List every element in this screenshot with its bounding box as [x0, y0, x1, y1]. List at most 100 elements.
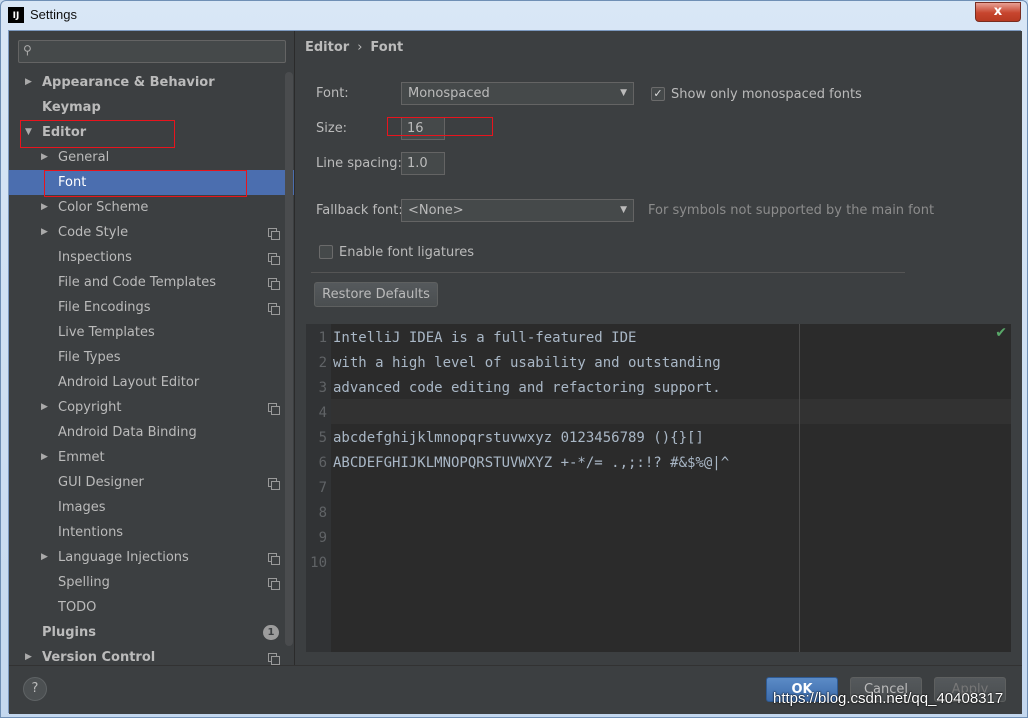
line-spacing-label: Line spacing: [316, 156, 402, 171]
sidebar-item-copyright[interactable]: ▶ Copyright [9, 395, 294, 420]
chevron-right-icon[interactable]: ▶ [41, 445, 48, 470]
sidebar-item-label: Editor [42, 125, 87, 140]
size-input[interactable]: 16 [401, 117, 445, 140]
chevron-down-icon: ▼ [620, 205, 627, 215]
line-number: 1 [318, 330, 327, 346]
line-number: 9 [318, 530, 327, 546]
size-label: Size: [316, 121, 348, 136]
line-number: 7 [318, 480, 327, 496]
sidebar-item-file-types[interactable]: File Types [9, 345, 294, 370]
sidebar-item-language-injections[interactable]: ▶ Language Injections [9, 545, 294, 570]
sidebar-item-gui-designer[interactable]: GUI Designer [9, 470, 294, 495]
dialog-client-area: ⚲ ▶ Appearance & Behavior Keymap ▼ Editor ▶ Ge… [8, 30, 1022, 714]
sidebar-item-label: Font [58, 175, 87, 190]
sidebar-scrollbar[interactable] [285, 72, 293, 646]
update-count-badge: 1 [263, 625, 279, 640]
sidebar-item-label: Emmet [58, 450, 105, 465]
sidebar-item-android-layout-editor[interactable]: Android Layout Editor [9, 370, 294, 395]
line-number: 6 [318, 455, 327, 471]
sidebar-item-color-scheme[interactable]: ▶ Color Scheme [9, 195, 294, 220]
sidebar-item-todo[interactable]: TODO [9, 595, 294, 620]
ligatures-checkbox[interactable] [319, 245, 333, 259]
line-spacing-input[interactable]: 1.0 [401, 152, 445, 175]
chevron-right-icon[interactable]: ▶ [41, 195, 48, 220]
sidebar-item-label: File Encodings [58, 300, 151, 315]
fallback-font-select[interactable]: <None> ▼ [401, 199, 634, 222]
settings-window: IJ Settings x ⚲ ▶ Appearance & Behavior Ke… [0, 0, 1028, 718]
right-margin-guide [799, 324, 800, 652]
section-divider [311, 272, 905, 273]
breadcrumb-separator: › [357, 40, 363, 55]
chevron-right-icon[interactable]: ▶ [41, 220, 48, 245]
sidebar-item-label: TODO [58, 600, 97, 615]
sidebar-item-label: Plugins [42, 625, 96, 640]
line-number: 3 [318, 380, 327, 396]
chevron-right-icon[interactable]: ▶ [41, 145, 48, 170]
preview-code-line: with a high level of usability and outst… [333, 355, 721, 371]
line-number: 2 [318, 355, 327, 371]
font-label: Font: [316, 86, 349, 101]
sidebar-item-label: Images [58, 500, 106, 515]
font-select[interactable]: Monospaced ▼ [401, 82, 634, 105]
line-number: 4 [318, 405, 327, 421]
sidebar-item-label: Android Data Binding [58, 425, 197, 440]
sidebar-item-images[interactable]: Images [9, 495, 294, 520]
search-icon: ⚲ [23, 43, 32, 57]
sidebar-item-label: Inspections [58, 250, 132, 265]
sidebar-item-label: Code Style [58, 225, 129, 240]
sidebar-item-label: Copyright [58, 400, 122, 415]
sidebar-item-label: Spelling [58, 575, 110, 590]
caret-row-highlight [331, 399, 1011, 424]
chevron-right-icon[interactable]: ▶ [41, 545, 48, 570]
sidebar-item-label: Color Scheme [58, 200, 149, 215]
chevron-right-icon[interactable]: ▶ [25, 70, 32, 95]
sidebar-item-label: File Types [58, 350, 121, 365]
sidebar-item-inspections[interactable]: Inspections [9, 245, 294, 270]
sidebar-item-file-and-code-templates[interactable]: File and Code Templates [9, 270, 294, 295]
project-scope-icon [268, 278, 280, 290]
sidebar-item-editor[interactable]: ▼ Editor [9, 120, 294, 145]
sidebar-item-label: Android Layout Editor [58, 375, 200, 390]
settings-search-box[interactable]: ⚲ [18, 40, 286, 63]
font-preview-editor[interactable]: 1 2 3 4 5 6 7 8 9 10 IntelliJ IDEA is a full-feat… [306, 324, 1011, 652]
sidebar-item-general[interactable]: ▶ General [9, 145, 294, 170]
sidebar-item-keymap[interactable]: Keymap [9, 95, 294, 120]
title-bar: IJ Settings x [1, 1, 1027, 29]
show-monospaced-label: Show only monospaced fonts [671, 87, 862, 102]
sidebar-item-live-templates[interactable]: Live Templates [9, 320, 294, 345]
preview-code-line: abcdefghijklmnopqrstuvwxyz 0123456789 ()… [333, 430, 704, 446]
chevron-right-icon[interactable]: ▶ [41, 395, 48, 420]
sidebar-item-spelling[interactable]: Spelling [9, 570, 294, 595]
sidebar-item-appearance-behavior[interactable]: ▶ Appearance & Behavior [9, 70, 294, 95]
sidebar-item-code-style[interactable]: ▶ Code Style [9, 220, 294, 245]
sidebar-item-label: Language Injections [58, 550, 189, 565]
project-scope-icon [268, 228, 280, 240]
search-input[interactable] [39, 42, 279, 61]
font-select-value: Monospaced [408, 86, 490, 101]
project-scope-icon [268, 478, 280, 490]
help-button[interactable]: ? [23, 677, 47, 701]
sidebar-item-label: File and Code Templates [58, 275, 216, 290]
project-scope-icon [268, 303, 280, 315]
project-scope-icon [268, 403, 280, 415]
chevron-down-icon[interactable]: ▼ [25, 120, 32, 145]
watermark-text: https://blog.csdn.net/qq_40408317 [773, 690, 1004, 707]
settings-sidebar: ⚲ ▶ Appearance & Behavior Keymap ▼ Editor ▶ Ge… [9, 31, 294, 665]
sidebar-item-label: Intentions [58, 525, 124, 540]
sidebar-item-intentions[interactable]: Intentions [9, 520, 294, 545]
preview-code-line: IntelliJ IDEA is a full-featured IDE [333, 330, 637, 346]
close-button[interactable]: x [975, 2, 1021, 22]
sidebar-item-android-data-binding[interactable]: Android Data Binding [9, 420, 294, 445]
show-monospaced-checkbox[interactable]: ✓ [651, 87, 665, 101]
fallback-font-hint: For symbols not supported by the main fo… [648, 203, 935, 218]
breadcrumb-current: Font [370, 40, 404, 55]
line-number: 8 [318, 505, 327, 521]
project-scope-icon [268, 653, 280, 665]
sidebar-item-emmet[interactable]: ▶ Emmet [9, 445, 294, 470]
sidebar-item-plugins[interactable]: Plugins 1 [9, 620, 294, 645]
restore-defaults-button[interactable]: Restore Defaults [314, 282, 438, 307]
sidebar-item-font[interactable]: Font [9, 170, 294, 195]
font-settings-panel: Editor › Font Font: Monospaced ▼ ✓ Show on… [295, 31, 1022, 665]
sidebar-item-label: General [58, 150, 110, 165]
sidebar-item-file-encodings[interactable]: File Encodings [9, 295, 294, 320]
